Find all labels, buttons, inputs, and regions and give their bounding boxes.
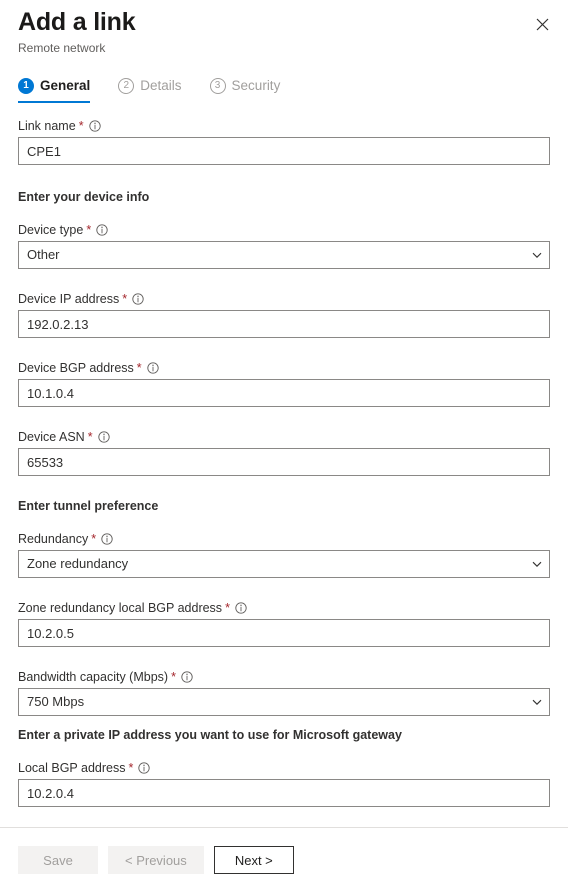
tab-security[interactable]: 3 Security [209, 78, 295, 103]
info-icon[interactable] [101, 533, 113, 545]
previous-button[interactable]: < Previous [108, 846, 204, 874]
section-gateway-ip: Enter a private IP address you want to u… [18, 728, 402, 742]
device-type-dropdown[interactable]: Other [18, 241, 550, 269]
add-link-panel: Add a link Remote network 1 General 2 De… [0, 0, 568, 890]
close-icon [536, 18, 549, 34]
link-name-label-text: Link name [18, 119, 76, 133]
tab-step-number: 1 [18, 78, 34, 94]
link-name-label: Link name * [18, 118, 550, 134]
field-local-bgp: Local BGP address * [0, 760, 568, 807]
next-button[interactable]: Next > [213, 846, 294, 874]
zone-bgp-label: Zone redundancy local BGP address * [18, 600, 550, 616]
local-bgp-label: Local BGP address * [18, 760, 550, 776]
field-redundancy: Redundancy * Zone redundancy [0, 531, 568, 578]
bandwidth-value: 750 Mbps [27, 694, 85, 709]
required-asterisk: * [225, 601, 230, 615]
required-asterisk: * [136, 361, 142, 375]
required-asterisk: * [78, 119, 84, 133]
chevron-down-icon [531, 696, 543, 708]
page-title: Add a link [18, 8, 136, 36]
device-ip-label: Device IP address * [18, 291, 550, 307]
required-asterisk: * [122, 292, 128, 306]
wizard-tabs: 1 General 2 Details 3 Security [18, 78, 308, 103]
link-name-input[interactable] [18, 137, 550, 165]
required-asterisk: * [86, 223, 92, 237]
zone-bgp-label-text: Zone redundancy local BGP address [18, 601, 223, 615]
info-icon[interactable] [147, 362, 159, 374]
bandwidth-label-text: Bandwidth capacity (Mbps) [18, 670, 169, 684]
section-tunnel-preference: Enter tunnel preference [18, 499, 159, 513]
tab-label: General [40, 78, 91, 93]
info-icon[interactable] [181, 671, 193, 683]
required-asterisk: * [171, 670, 176, 684]
local-bgp-label-text: Local BGP address [18, 761, 126, 775]
close-button[interactable] [526, 10, 558, 42]
tab-step-number: 2 [118, 78, 135, 94]
tab-general[interactable]: 1 General [18, 78, 104, 103]
field-bandwidth: Bandwidth capacity (Mbps) * 750 Mbps [0, 669, 568, 716]
general-form: Link name * Enter your device info Devic… [0, 118, 568, 807]
device-bgp-label: Device BGP address * [18, 360, 550, 376]
tab-step-number: 3 [209, 78, 226, 94]
info-icon[interactable] [88, 120, 101, 132]
device-type-value: Other [27, 247, 60, 262]
local-bgp-input[interactable] [18, 779, 550, 807]
redundancy-dropdown[interactable]: Zone redundancy [18, 550, 550, 578]
field-device-asn: Device ASN * [0, 429, 568, 476]
info-icon[interactable] [96, 224, 108, 236]
field-device-ip: Device IP address * [0, 291, 568, 338]
required-asterisk: * [87, 430, 93, 444]
device-asn-label: Device ASN * [18, 429, 550, 445]
info-icon[interactable] [97, 431, 110, 443]
tab-label: Security [231, 78, 281, 93]
device-asn-label-text: Device ASN [18, 430, 85, 444]
redundancy-label: Redundancy * [18, 531, 550, 547]
device-asn-input[interactable] [18, 448, 550, 476]
info-icon[interactable] [138, 762, 151, 774]
tab-label: Details [140, 78, 182, 93]
field-device-type: Device type * Other [0, 222, 568, 269]
field-zone-bgp: Zone redundancy local BGP address * [0, 600, 568, 647]
bandwidth-label: Bandwidth capacity (Mbps) * [18, 669, 550, 685]
info-icon[interactable] [132, 293, 144, 305]
required-asterisk: * [91, 532, 97, 546]
device-ip-input[interactable] [18, 310, 550, 338]
device-bgp-input[interactable] [18, 379, 550, 407]
save-button[interactable]: Save [18, 846, 98, 874]
field-link-name: Link name * [0, 118, 568, 165]
device-ip-label-text: Device IP address [18, 292, 120, 306]
section-device-info: Enter your device info [18, 190, 150, 204]
zone-bgp-input[interactable] [18, 619, 550, 647]
required-asterisk: * [128, 761, 134, 775]
field-device-bgp: Device BGP address * [0, 360, 568, 407]
redundancy-value: Zone redundancy [27, 556, 129, 571]
panel-footer: Save < Previous Next > [0, 827, 568, 890]
footer-buttons: Save < Previous Next > [18, 846, 294, 874]
chevron-down-icon [531, 249, 543, 261]
chevron-down-icon [531, 558, 543, 570]
info-icon[interactable] [235, 602, 247, 614]
tab-details[interactable]: 2 Details [118, 78, 195, 103]
bandwidth-dropdown[interactable]: 750 Mbps [18, 688, 550, 716]
page-subtitle: Remote network [18, 41, 106, 55]
device-bgp-label-text: Device BGP address [18, 361, 134, 375]
device-type-label: Device type * [18, 222, 550, 238]
device-type-label-text: Device type [18, 223, 84, 237]
redundancy-label-text: Redundancy [18, 532, 89, 546]
